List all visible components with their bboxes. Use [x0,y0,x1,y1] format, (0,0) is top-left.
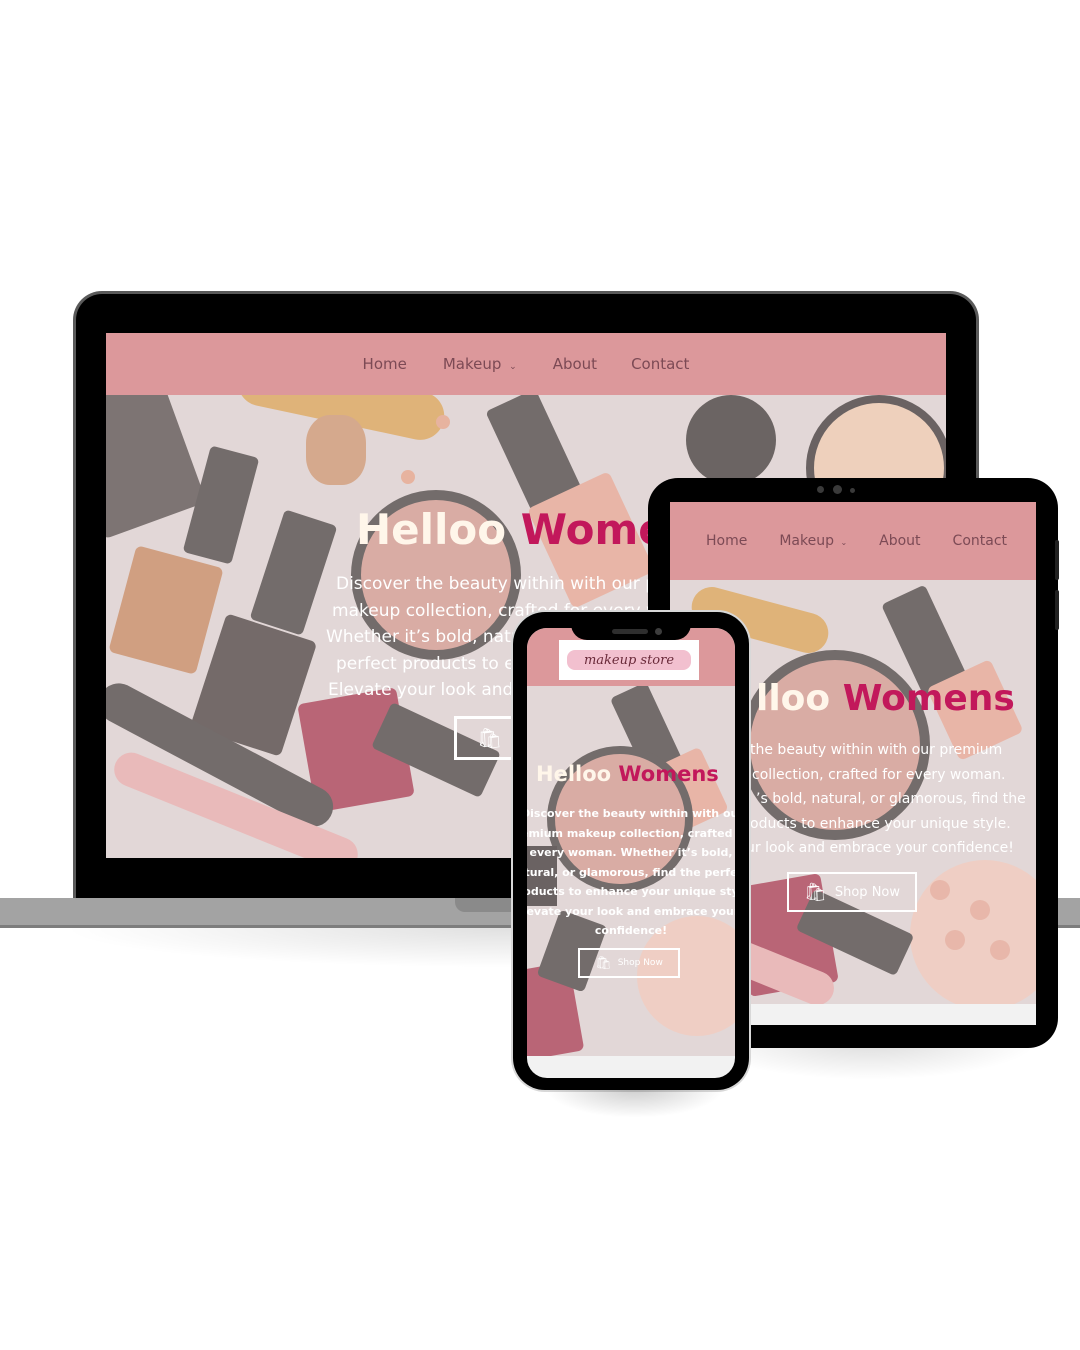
phone-notch [571,612,691,640]
tablet-camera [833,485,842,494]
hero-title-part1: lloo [756,678,831,719]
hero-description-line: every woman. Whether it’s bold, [529,846,733,859]
nav-about[interactable]: About [553,355,597,373]
tablet-shadow [700,1040,1040,1080]
hero-description-line: oducts to enhance your unique sty [527,885,735,898]
hero-description-line: Discover the beauty within with our p [335,574,656,594]
phone-speaker [612,629,648,634]
hero-description-line: ur look and embrace your confidence! [746,840,1014,856]
chevron-down-icon: ⌄ [840,538,848,547]
tablet-navbar: Home Makeup ⌄ About Contact [670,502,1036,580]
laptop-navbar: Home Makeup ⌄ About Contact [106,333,946,395]
hero-title-part1: Helloo [356,505,507,554]
shop-now-button[interactable]: 🛍 Shop Now [787,872,917,912]
hero-title-part2: Wome [520,505,667,554]
tablet-side-button [1055,540,1059,580]
shop-now-button[interactable]: 🛍 Shop Now [578,948,680,978]
hero-title-part1: Helloo [536,762,612,786]
nav-makeup[interactable]: Makeup ⌄ [443,355,517,373]
phone-screen: makeup store Helloo Womens Discover the … [527,628,735,1078]
hero-title-part2: Womens [842,678,1015,719]
hero-description-line: Discover the beauty within with our [527,807,735,820]
hero-description-line: emium makeup collection, crafted f [527,826,735,840]
phone-camera [655,628,662,635]
hero-title: Helloo Womens [536,762,719,786]
hero-title: Helloo Wome [356,505,667,554]
hero-description-line: collection, crafted for every woman. [752,766,1006,783]
hero-description-line: tural, or glamorous, find the perfe [527,865,735,879]
shopping-bag-heart-icon: 🛍 [595,955,612,971]
tablet-camera [850,488,855,493]
hero-description-line: the beauty within with our premium [750,742,1003,758]
hero-description-line: confidence! [594,924,668,937]
phone-shadow [545,1088,725,1118]
shop-now-label: Shop Now [834,884,900,900]
nav-makeup[interactable]: Makeup ⌄ [779,533,847,549]
nav-contact[interactable]: Contact [953,533,1007,549]
shop-now-label: Shop Now [617,958,663,968]
logo-text: makeup store [583,652,675,668]
logo[interactable]: makeup store [559,640,699,680]
nav-makeup-label: Makeup [442,355,502,373]
nav-makeup-label: Makeup [779,533,834,549]
nav-home[interactable]: Home [706,533,747,549]
shopping-bag-heart-icon: 🛍 [804,881,827,903]
nav-home[interactable]: Home [363,355,407,373]
phone-hero: Helloo Womens Discover the beauty within… [527,686,735,1056]
hero-description-line: ’s bold, natural, or glamorous, find the [756,791,1026,807]
hero-title-part2: Womens [618,762,719,786]
hero-description: the beauty within with our premium colle… [746,738,1036,861]
hero-description-line: levate your look and embrace your [527,904,735,918]
tablet-camera [817,486,824,493]
nav-contact[interactable]: Contact [631,355,689,373]
hero-description: Discover the beauty within with our emiu… [527,804,735,941]
nav-about[interactable]: About [879,533,920,549]
tablet-side-button [1055,590,1059,630]
chevron-down-icon: ⌄ [509,362,517,372]
hero-description-line: oducts to enhance your unique style. [750,815,1011,832]
shopping-bag-heart-icon: 🛍 [477,726,503,750]
hero-title: lloo Womens [756,678,1015,719]
